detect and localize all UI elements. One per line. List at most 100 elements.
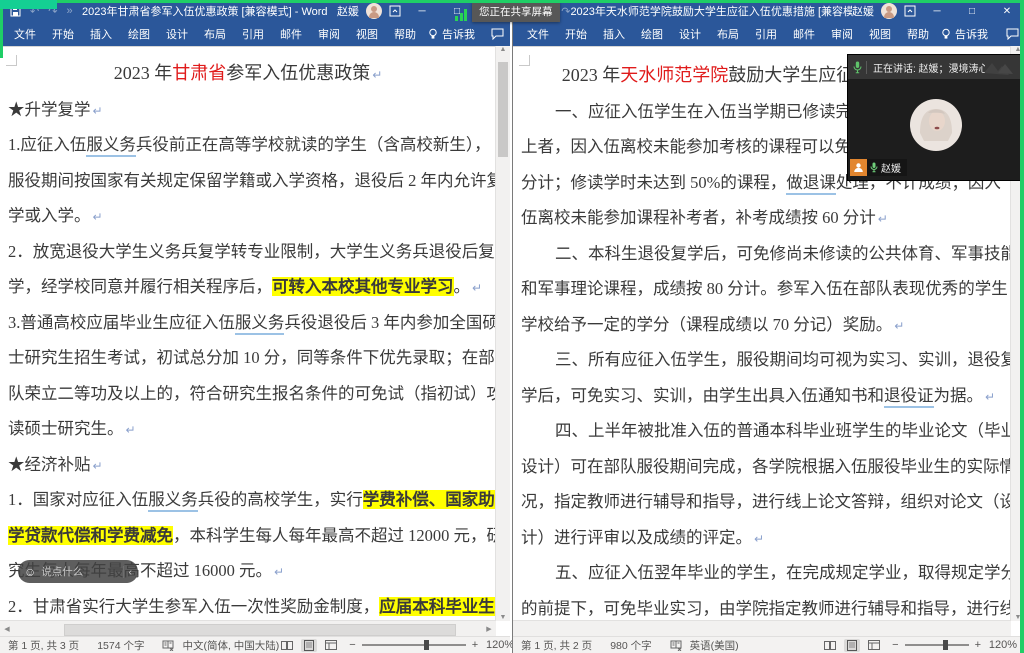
doc-line: 五、应征入伍翌年毕业的学生，在完成规定学业，取得规定学分 <box>555 563 1011 582</box>
customize-qat-icon[interactable]: » <box>66 5 72 17</box>
zoom-slider-thumb[interactable] <box>942 640 948 650</box>
ribbon-tab-帮助[interactable]: 帮助 <box>899 26 937 42</box>
zoom-in-button[interactable]: + <box>975 639 981 651</box>
ribbon-tab-绘图[interactable]: 绘图 <box>633 26 671 42</box>
scroll-right-icon[interactable]: ▶ <box>482 625 496 633</box>
language-indicator[interactable]: 中文(简体, 中国大陆) <box>182 638 279 653</box>
ribbon-tab-绘图[interactable]: 绘图 <box>120 26 158 42</box>
zoom-percentage[interactable]: 120% <box>484 639 514 651</box>
ribbon-tab-引用[interactable]: 引用 <box>234 26 272 42</box>
proofing-icon[interactable] <box>670 640 682 651</box>
comments-icon[interactable] <box>1006 28 1019 40</box>
ribbon-tab-开始[interactable]: 开始 <box>44 26 82 42</box>
collapse-chat-icon[interactable]: ‹ <box>129 566 133 578</box>
account-area: 赵媛 ─ □ ✕ <box>852 0 1024 22</box>
scroll-up-icon[interactable]: ▲ <box>496 46 510 53</box>
doc-line: 设计）可在部队服役期间完成，各学院根据入伍服役毕业生的实际情 <box>521 456 1011 476</box>
comments-icon[interactable] <box>491 28 504 40</box>
ribbon-tab-邮件[interactable]: 邮件 <box>272 26 310 42</box>
ribbon-tab-邮件[interactable]: 邮件 <box>785 26 823 42</box>
tab-list: 文件 开始 插入 绘图 设计 布局 引用 邮件 审阅 视图 帮助 <box>519 26 937 42</box>
ribbon-tab-审阅[interactable]: 审阅 <box>310 26 348 42</box>
word-count[interactable]: 1574 个字 <box>97 638 144 653</box>
tell-me[interactable]: 告诉我 <box>428 26 475 42</box>
ribbon-tab-视图[interactable]: 视图 <box>348 26 386 42</box>
ribbon-tab-布局[interactable]: 布局 <box>709 26 747 42</box>
ribbon-tab-插入[interactable]: 插入 <box>595 26 633 42</box>
ribbon-display-options-icon[interactable] <box>904 5 916 17</box>
tab-list: 文件 开始 插入 绘图 设计 布局 引用 邮件 审阅 视图 帮助 <box>6 26 424 42</box>
doc-line: 服役期间按国家有关规定保留学籍或入学资格，退役后 2 年内允许复 <box>8 170 496 190</box>
redo-icon[interactable]: ↷ <box>561 5 570 18</box>
ribbon-tab-设计[interactable]: 设计 <box>158 26 196 42</box>
web-layout-icon[interactable] <box>323 639 339 652</box>
doc-line: 2023 年甘肃省参军入伍优惠政策 ↵ <box>113 63 383 83</box>
ribbon-tab-插入[interactable]: 插入 <box>82 26 120 42</box>
vertical-scrollbar[interactable]: ▲ ▼ <box>495 46 510 621</box>
participant-name-badge: 赵媛 <box>850 159 907 176</box>
minimize-button[interactable]: ─ <box>923 0 951 22</box>
maximize-button[interactable]: □ <box>958 0 986 22</box>
document-canvas[interactable]: 2023 年甘肃省参军入伍优惠政策 ↵ ★升学复学 ↵ 1.应征入伍服义务兵役前正在高等… <box>0 46 496 621</box>
word-count[interactable]: 980 个字 <box>610 638 651 653</box>
vertical-scroll-thumb[interactable] <box>498 62 508 157</box>
smiley-icon[interactable]: ☺ <box>24 565 36 579</box>
scroll-left-icon[interactable]: ◀ <box>0 625 14 633</box>
ribbon-display-options-icon[interactable] <box>389 5 401 17</box>
ribbon-tab-开始[interactable]: 开始 <box>557 26 595 42</box>
web-layout-icon[interactable] <box>866 639 882 652</box>
print-layout-icon[interactable] <box>844 638 861 652</box>
badge-name: 赵媛 <box>881 164 901 175</box>
read-mode-icon[interactable] <box>822 639 838 652</box>
ribbon-tab-视图[interactable]: 视图 <box>861 26 899 42</box>
page-indicator[interactable]: 第 1 页, 共 3 页 <box>8 638 79 653</box>
zoom-out-button[interactable]: − <box>349 639 355 651</box>
person-icon <box>850 159 867 176</box>
account-name[interactable]: 赵媛 <box>337 3 359 19</box>
doc-line: 学，经学校同意并履行相关程序后，可转入本校其他专业学习。 ↵ <box>8 277 483 296</box>
document-body: 2023 年甘肃省参军入伍优惠政策 ↵ ★升学复学 ↵ 1.应征入伍服义务兵役前正在高等… <box>0 47 496 621</box>
meeting-video-overlay[interactable]: 正在讲话: 赵媛；漫境涛心； 赵媛 <box>848 55 1024 180</box>
zoom-percentage[interactable]: 120% <box>987 639 1017 651</box>
zoom-slider[interactable] <box>361 640 466 650</box>
doc-line: 1．国家对应征入伍服义务兵役的高校学生，实行学费补偿、国家助 <box>8 482 495 518</box>
zoom-out-button[interactable]: − <box>892 639 898 651</box>
doc-line: 学校给予一定的学分（课程成绩以 70 分记）奖励。 ↵ <box>521 314 905 334</box>
horizontal-scroll-thumb[interactable] <box>64 624 456 636</box>
account-name[interactable]: 赵媛 <box>852 3 874 19</box>
print-layout-icon[interactable] <box>301 638 318 652</box>
doc-line: 四、上半年被批准入伍的普通本科毕业班学生的毕业论文（毕业 <box>555 421 1011 440</box>
horizontal-scrollbar[interactable] <box>513 620 1011 637</box>
zoom-in-button[interactable]: + <box>472 639 478 651</box>
chat-placeholder[interactable]: 说点什么 <box>41 564 117 579</box>
close-button[interactable]: ✕ <box>993 0 1021 22</box>
read-mode-icon[interactable] <box>279 639 295 652</box>
scroll-down-icon[interactable]: ▼ <box>496 614 510 621</box>
zoom-slider[interactable] <box>904 640 969 650</box>
doc-line: 3.普通高校应届毕业生应征入伍服义务兵役退役后 3 年内参加全国硕 <box>8 305 496 341</box>
horizontal-scrollbar[interactable]: ◀ ▶ <box>0 620 496 637</box>
word-window-left: ↶ ↷ » 2023年甘肃省参军入伍优惠政策 [兼容模式] - Word 赵媛 … <box>0 0 514 653</box>
badge-microphone-icon <box>870 162 878 173</box>
meeting-chat-pill[interactable]: ☺ 说点什么 ‹ <box>18 560 138 583</box>
page-indicator[interactable]: 第 1 页, 共 2 页 <box>521 638 592 653</box>
language-indicator[interactable]: 英语(美国) <box>690 638 739 653</box>
ribbon-tab-设计[interactable]: 设计 <box>671 26 709 42</box>
proofing-icon[interactable] <box>162 640 174 651</box>
doc-line: ★升学复学 ↵ <box>8 99 103 119</box>
ribbon-tab-文件[interactable]: 文件 <box>6 26 44 42</box>
ribbon-tab-帮助[interactable]: 帮助 <box>386 26 424 42</box>
account-avatar[interactable] <box>881 3 897 19</box>
ribbon-tab-布局[interactable]: 布局 <box>196 26 234 42</box>
title-bar[interactable]: ↶ ↷ 2023年天水师范学院鼓励大学生应征入伍优惠措施 [兼容模式] - Wo… <box>513 0 1024 22</box>
zoom-slider-thumb[interactable] <box>424 640 430 650</box>
title-bar[interactable]: ↶ ↷ » 2023年甘肃省参军入伍优惠政策 [兼容模式] - Word 赵媛 … <box>0 0 510 22</box>
ribbon-tab-文件[interactable]: 文件 <box>519 26 557 42</box>
overlay-header: 正在讲话: 赵媛；漫境涛心； <box>848 55 1024 79</box>
ribbon-tab-审阅[interactable]: 审阅 <box>823 26 861 42</box>
status-bar: 第 1 页, 共 3 页 1574 个字 中文(简体, 中国大陆) − + 12… <box>0 636 514 653</box>
tell-me[interactable]: 告诉我 <box>941 26 988 42</box>
ribbon-tab-引用[interactable]: 引用 <box>747 26 785 42</box>
account-avatar[interactable] <box>366 3 382 19</box>
minimize-button[interactable]: ─ <box>408 0 436 22</box>
